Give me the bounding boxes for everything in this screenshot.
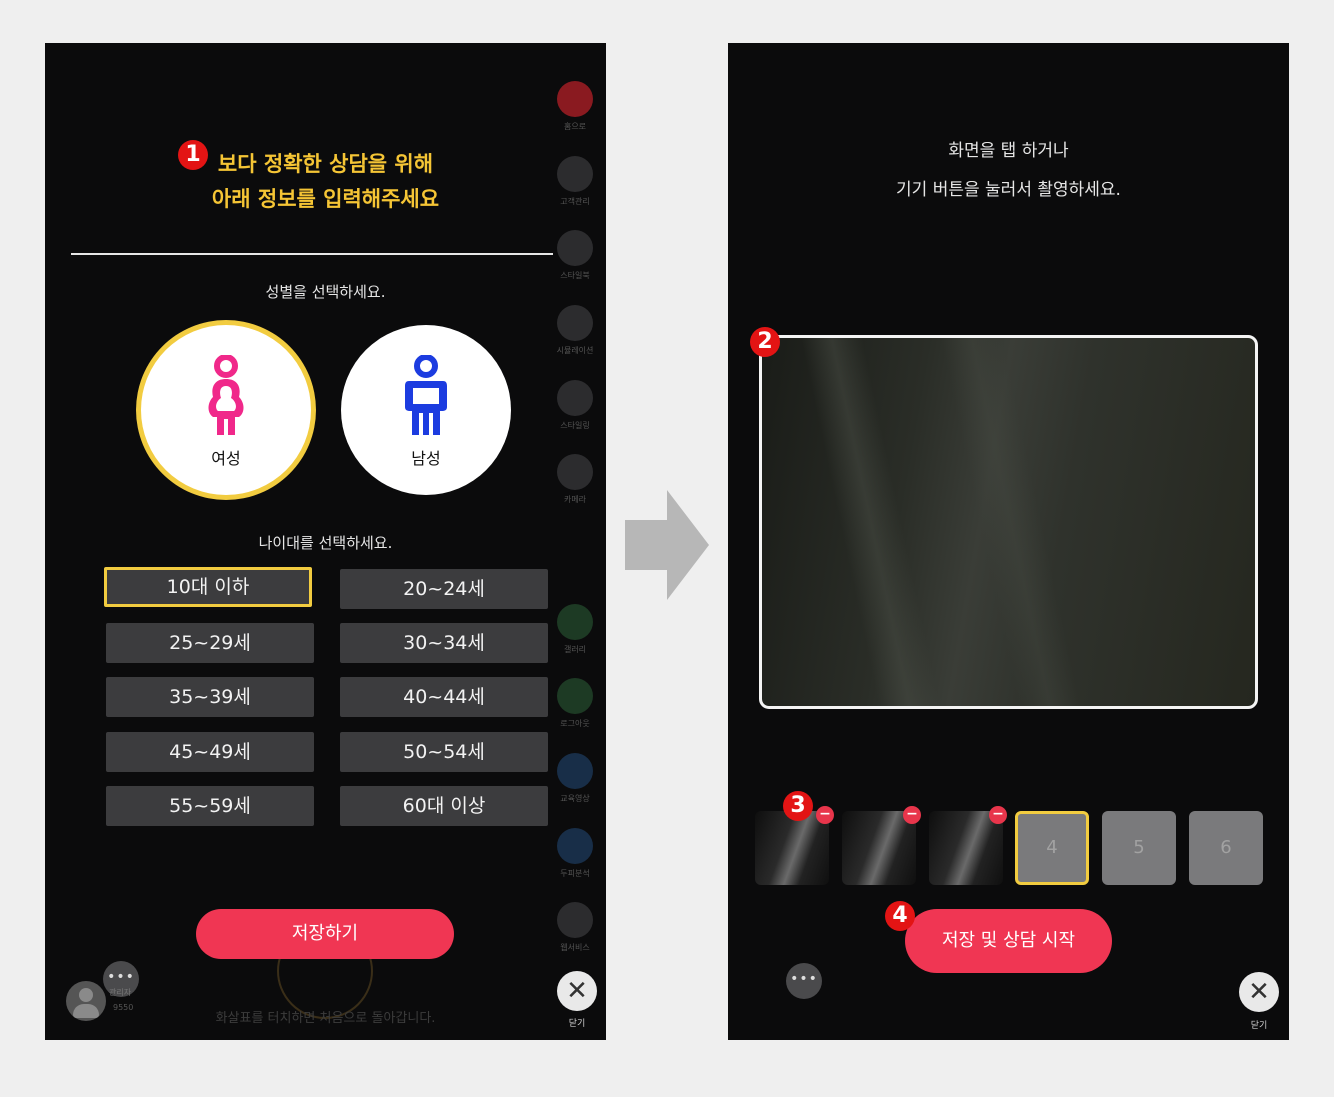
age-option-25-29[interactable]: 25~29세	[106, 623, 314, 663]
title-divider	[71, 253, 553, 255]
close-label: 닫기	[1250, 1021, 1268, 1031]
age-option-20-24[interactable]: 20~24세	[340, 569, 548, 609]
remove-thumbnail-3-button[interactable]: −	[989, 806, 1007, 824]
side-nav-logout[interactable]: 로그아웃	[552, 678, 602, 738]
age-option-60-plus[interactable]: 60대 이상	[340, 786, 548, 826]
gender-age-form-screen: 1 보다 정확한 상담을 위해 아래 정보를 입력해주세요 성별을 선택하세요.…	[45, 43, 606, 1040]
camera-preview[interactable]	[759, 335, 1258, 709]
preview-streak	[938, 338, 1086, 706]
gender-prompt: 성별을 선택하세요.	[265, 283, 386, 301]
form-title-line-2: 아래 정보를 입력해주세요	[211, 187, 440, 211]
gender-female-button[interactable]: 여성	[141, 325, 311, 495]
side-nav-gallery-label: 갤러리	[563, 645, 587, 654]
close-button[interactable]: ✕	[557, 971, 597, 1011]
save-button[interactable]: 저장하기	[196, 909, 454, 959]
globe-icon	[557, 902, 593, 938]
more-options-button[interactable]: •••	[786, 963, 822, 999]
remove-thumbnail-1-button[interactable]: −	[816, 806, 834, 824]
side-nav-home[interactable]: 홈으로	[552, 81, 602, 141]
camera-capture-screen: 화면을 탭 하거나 기기 버튼을 눌러서 촬영하세요. 2 4 5 6 − − …	[728, 43, 1289, 1040]
age-option-40-44[interactable]: 40~44세	[340, 677, 548, 717]
save-and-start-button[interactable]: 저장 및 상담 시작	[905, 909, 1112, 973]
side-nav-styling[interactable]: 스타일링	[552, 380, 602, 440]
gender-male-button[interactable]: 남성	[341, 325, 511, 495]
capture-slot-5[interactable]: 5	[1102, 811, 1176, 885]
capture-thumbnail-2[interactable]	[842, 811, 916, 885]
side-nav-scalp-label: 두피분석	[560, 869, 590, 878]
side-nav-video-label: 교육영상	[560, 794, 590, 803]
side-nav-camera-label: 카메라	[563, 495, 587, 504]
user-code: 9550	[113, 1003, 134, 1012]
video-icon	[557, 753, 593, 789]
user-badge: 관리자	[109, 988, 132, 997]
step-badge-3: 3	[783, 791, 813, 821]
close-button[interactable]: ✕	[1239, 972, 1279, 1012]
capture-slot-6[interactable]: 6	[1189, 811, 1263, 885]
side-nav-simulation[interactable]: 시뮬레이션	[552, 305, 602, 365]
side-nav-customer[interactable]: 고객관리	[552, 156, 602, 216]
age-option-55-59[interactable]: 55~59세	[106, 786, 314, 826]
step-badge-4: 4	[885, 901, 915, 931]
avatar-body	[73, 1004, 99, 1018]
logout-icon	[557, 678, 593, 714]
male-icon	[405, 355, 447, 435]
scissors-icon	[557, 305, 593, 341]
side-nav-stylebook-label: 스타일북	[560, 271, 590, 280]
gallery-icon	[557, 604, 593, 640]
female-icon	[208, 355, 244, 435]
age-option-50-54[interactable]: 50~54세	[340, 732, 548, 772]
age-option-30-34[interactable]: 30~34세	[340, 623, 548, 663]
drop-icon	[557, 828, 593, 864]
side-nav-stylebook[interactable]: 스타일북	[552, 230, 602, 290]
book-icon	[557, 230, 593, 266]
side-nav-video[interactable]: 교육영상	[552, 753, 602, 813]
capture-slot-4[interactable]: 4	[1015, 811, 1089, 885]
side-nav-simulation-label: 시뮬레이션	[556, 346, 594, 355]
remove-thumbnail-2-button[interactable]: −	[903, 806, 921, 824]
side-nav-camera[interactable]: 카메라	[552, 454, 602, 514]
customer-card-icon	[557, 156, 593, 192]
instruction-line-1: 화면을 탭 하거나	[948, 141, 1069, 161]
side-nav-home-label: 홈으로	[563, 122, 587, 131]
home-icon	[557, 81, 593, 117]
side-nav-web-label: 웹서비스	[560, 943, 590, 952]
avatar-head	[79, 988, 93, 1002]
side-nav-logout-label: 로그아웃	[560, 719, 590, 728]
gender-male-label: 남성	[411, 449, 441, 468]
camera-icon	[557, 454, 593, 490]
side-nav-styling-label: 스타일링	[560, 421, 590, 430]
step-badge-2: 2	[750, 327, 780, 357]
flow-arrow-icon	[625, 490, 709, 600]
tablet-icon	[557, 380, 593, 416]
side-nav-web[interactable]: 웹서비스	[552, 902, 602, 962]
age-option-10s[interactable]: 10대 이하	[104, 567, 312, 607]
instruction-line-2: 기기 버튼을 눌러서 촬영하세요.	[896, 180, 1121, 200]
close-label: 닫기	[568, 1019, 586, 1029]
gender-female-label: 여성	[211, 449, 241, 468]
age-prompt: 나이대를 선택하세요.	[258, 534, 393, 552]
side-nav-scalp[interactable]: 두피분석	[552, 828, 602, 888]
avatar[interactable]	[66, 981, 106, 1021]
age-option-45-49[interactable]: 45~49세	[106, 732, 314, 772]
side-nav-gallery[interactable]: 갤러리	[552, 604, 602, 664]
preview-streak	[798, 338, 946, 706]
form-title-line-1: 보다 정확한 상담을 위해	[217, 152, 434, 176]
age-option-35-39[interactable]: 35~39세	[106, 677, 314, 717]
capture-thumbnail-1[interactable]	[755, 811, 829, 885]
side-nav-customer-label: 고객관리	[560, 197, 590, 206]
